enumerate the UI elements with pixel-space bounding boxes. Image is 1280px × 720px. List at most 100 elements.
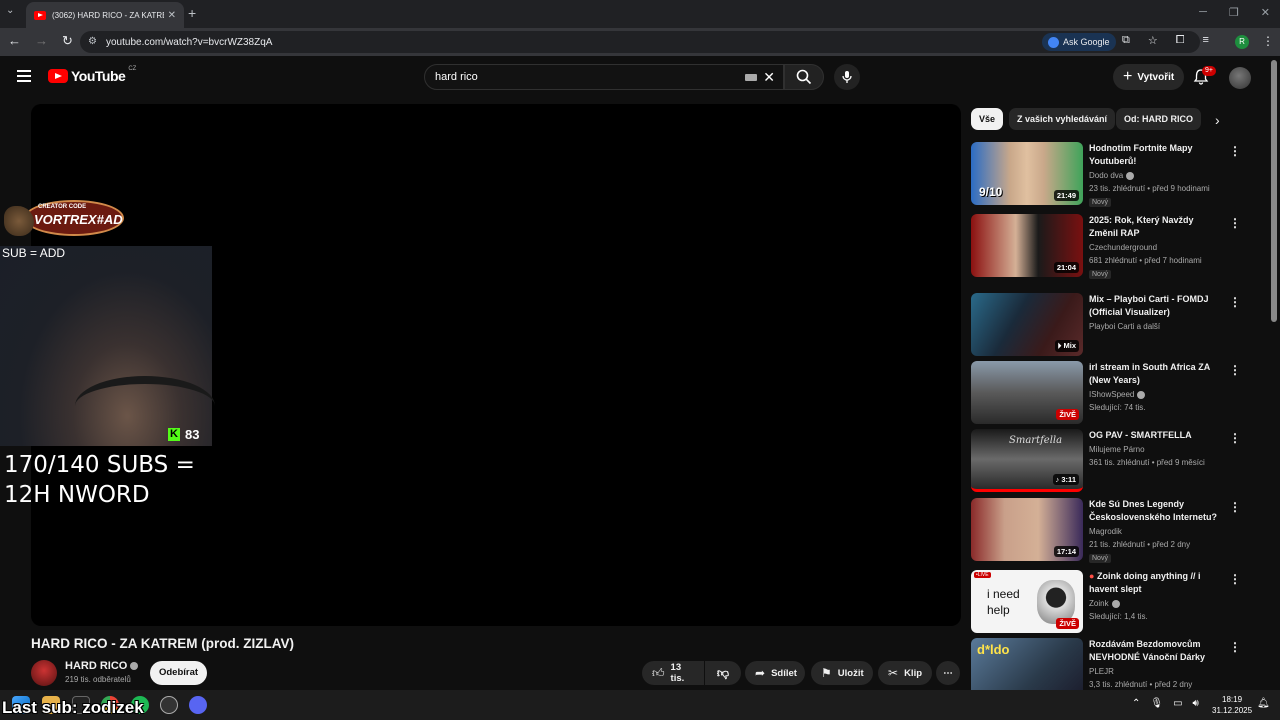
install-app-icon[interactable]: ⧉ bbox=[1122, 34, 1130, 47]
bookmark-star-icon[interactable]: ☆ bbox=[1148, 34, 1158, 47]
reload-icon[interactable]: ↻ bbox=[62, 33, 73, 49]
tab-title: (3062) HARD RICO - ZA KATREM bbox=[52, 10, 164, 20]
recommended-video[interactable]: Smartfella ♪ 3:11 OG PAV - SMARTFELLA Mi… bbox=[971, 429, 1251, 493]
taskbar-clock[interactable]: 18:19 31.12.2025 bbox=[1212, 694, 1252, 716]
channel-name: Milujeme Párno bbox=[1089, 445, 1145, 454]
chip-from-searches[interactable]: Z vašich vyhledávání bbox=[1009, 108, 1116, 130]
more-vertical-icon[interactable]: ⋮ bbox=[1229, 295, 1241, 309]
browser-menu-icon[interactable]: ⋮ bbox=[1262, 34, 1274, 48]
recommended-video[interactable]: 17:14 Kde Sú Dnes Legendy Československé… bbox=[971, 498, 1251, 563]
video-duration: ⏵ Mix bbox=[1054, 340, 1079, 352]
subscribe-button[interactable]: Odebírat bbox=[150, 661, 207, 685]
thumbnail-text: d*ldo bbox=[977, 642, 1010, 657]
restore-icon[interactable]: ❐ bbox=[1229, 6, 1239, 19]
channel-name[interactable]: HARD RICO bbox=[65, 660, 139, 672]
video-meta: Sledující: 74 tis. bbox=[1089, 403, 1146, 412]
video-title: OG PAV - SMARTFELLA bbox=[1089, 430, 1192, 440]
profile-avatar[interactable]: R bbox=[1235, 35, 1249, 49]
youtube-logo[interactable]: YouTube CZ bbox=[48, 66, 136, 84]
more-vertical-icon[interactable]: ⋮ bbox=[1229, 216, 1241, 230]
chip-all[interactable]: Vše bbox=[971, 108, 1004, 130]
recommended-video[interactable]: ⏵ Mix Mix – Playboi Carti - FOMDJ (Offic… bbox=[971, 293, 1251, 357]
chip-from-channel[interactable]: Od: HARD RICO bbox=[1116, 108, 1201, 130]
google-lens-icon bbox=[1048, 36, 1059, 48]
thumbnail-text: 9/10 bbox=[979, 185, 1003, 199]
live-tag: •LIVE bbox=[974, 572, 991, 578]
channel-avatar[interactable] bbox=[31, 660, 57, 686]
extensions-icon[interactable]: ⧠ bbox=[1176, 34, 1185, 47]
more-vertical-icon[interactable]: ⋮ bbox=[1229, 500, 1241, 514]
clear-search-icon[interactable]: ✕ bbox=[763, 69, 775, 86]
youtube-favicon-icon bbox=[34, 10, 46, 20]
tab-list-chevron-icon[interactable]: ⌄ bbox=[6, 5, 14, 16]
like-button[interactable]: 👍︎ 13 tis. bbox=[642, 661, 704, 685]
live-dot-icon: ● bbox=[1089, 571, 1095, 581]
eagle-emblem-icon bbox=[4, 206, 34, 236]
recommended-video[interactable]: ŽIVĚ irl stream in South Africa ZA (New … bbox=[971, 361, 1251, 425]
url-field[interactable]: ⚙ youtube.com/watch?v=bvcrWZ38ZqA bbox=[80, 31, 1200, 53]
video-title-text: Zoink doing anything // i havent slept bbox=[1089, 571, 1201, 594]
search-input[interactable]: hard rico ✕ bbox=[424, 64, 784, 90]
notification-center-icon[interactable]: 🔔︎ bbox=[1257, 698, 1270, 709]
ask-google-button[interactable]: Ask Google bbox=[1042, 33, 1116, 51]
url-text: youtube.com/watch?v=bvcrWZ38ZqA bbox=[106, 36, 273, 48]
share-button[interactable]: ➦ Sdílet bbox=[745, 661, 805, 685]
chevron-right-icon[interactable]: › bbox=[1215, 112, 1220, 128]
like-count: 13 tis. bbox=[670, 662, 685, 684]
kick-logo-icon: K bbox=[168, 428, 180, 441]
video-thumbnail: 9/10 21:49 bbox=[971, 142, 1083, 205]
back-icon[interactable]: ← bbox=[8, 33, 21, 49]
page-scrollbar[interactable] bbox=[1271, 60, 1277, 322]
search-button[interactable] bbox=[784, 64, 824, 90]
new-badge: Nový bbox=[1089, 198, 1111, 207]
network-icon[interactable]: ▭ bbox=[1173, 698, 1182, 709]
close-window-icon[interactable]: ✕ bbox=[1261, 6, 1270, 19]
new-tab-icon[interactable]: + bbox=[188, 5, 196, 21]
close-tab-icon[interactable]: ✕ bbox=[168, 10, 176, 21]
browser-tab[interactable]: (3062) HARD RICO - ZA KATREM ✕ bbox=[26, 2, 184, 28]
hamburger-menu-icon[interactable] bbox=[17, 70, 31, 82]
forward-icon[interactable]: → bbox=[35, 33, 48, 49]
video-thumbnail: 21:04 bbox=[971, 214, 1083, 277]
minimize-icon[interactable]: ─ bbox=[1199, 6, 1207, 19]
steam-icon[interactable] bbox=[160, 696, 178, 714]
creator-code-label: CREATOR CODE bbox=[38, 204, 87, 210]
more-vertical-icon[interactable]: ⋮ bbox=[1229, 572, 1241, 586]
discord-icon[interactable] bbox=[189, 696, 207, 714]
more-vertical-icon[interactable]: ⋮ bbox=[1229, 144, 1241, 158]
video-duration: 21:04 bbox=[1053, 262, 1079, 273]
chevron-up-icon[interactable]: ⌃ bbox=[1132, 698, 1140, 709]
new-badge: Nový bbox=[1089, 270, 1111, 279]
clip-button[interactable]: ✂ Klip bbox=[878, 661, 932, 685]
save-label: Uložit bbox=[837, 667, 864, 679]
create-button[interactable]: + Vytvořit bbox=[1113, 64, 1185, 90]
dislike-button[interactable]: 👎︎ bbox=[705, 661, 741, 685]
more-actions-button[interactable]: ⋯ bbox=[936, 661, 960, 685]
thumbnail-text: i need help bbox=[987, 587, 1020, 617]
recommended-video[interactable]: 21:04 2025: Rok, Který Navždy Změnil RAP… bbox=[971, 214, 1251, 279]
video-meta: 361 tis. zhlédnutí • před 9 měsíci bbox=[1089, 458, 1205, 467]
live-badge: ŽIVĚ bbox=[1056, 618, 1079, 629]
nav-buttons: ← → ↻ bbox=[8, 33, 73, 49]
microphone-tray-icon[interactable]: 🎙︎ bbox=[1150, 698, 1163, 709]
channel-name: Dodo dva bbox=[1089, 171, 1135, 180]
logo-text: YouTube bbox=[71, 68, 126, 84]
volume-icon[interactable]: 🔊︎ bbox=[1193, 698, 1199, 709]
more-vertical-icon[interactable]: ⋮ bbox=[1229, 431, 1241, 445]
channel-name: Czechunderground bbox=[1089, 243, 1158, 252]
thumbs-up-icon: 👍︎ bbox=[652, 665, 665, 680]
more-vertical-icon[interactable]: ⋮ bbox=[1229, 363, 1241, 377]
account-avatar[interactable] bbox=[1229, 67, 1251, 89]
recommended-video[interactable]: •LIVE i need help ŽIVĚ ● Zoink doing any… bbox=[971, 570, 1251, 634]
site-info-icon[interactable]: ⚙ bbox=[88, 36, 97, 47]
voice-search-button[interactable] bbox=[834, 64, 860, 90]
video-thumbnail: ⏵ Mix bbox=[971, 293, 1083, 356]
media-controls-icon[interactable]: ≡ bbox=[1203, 34, 1209, 47]
creator-code: VORTREX#AD bbox=[34, 212, 123, 227]
creator-code-badge: CREATOR CODE VORTREX#AD bbox=[2, 196, 126, 242]
keyboard-icon[interactable] bbox=[745, 74, 757, 81]
save-button[interactable]: ⚑ Uložit bbox=[811, 661, 873, 685]
recommended-video[interactable]: 9/10 21:49 Hodnotim Fortnite Mapy Youtub… bbox=[971, 142, 1251, 207]
more-vertical-icon[interactable]: ⋮ bbox=[1229, 640, 1241, 654]
mix-label: Mix bbox=[1063, 341, 1076, 350]
